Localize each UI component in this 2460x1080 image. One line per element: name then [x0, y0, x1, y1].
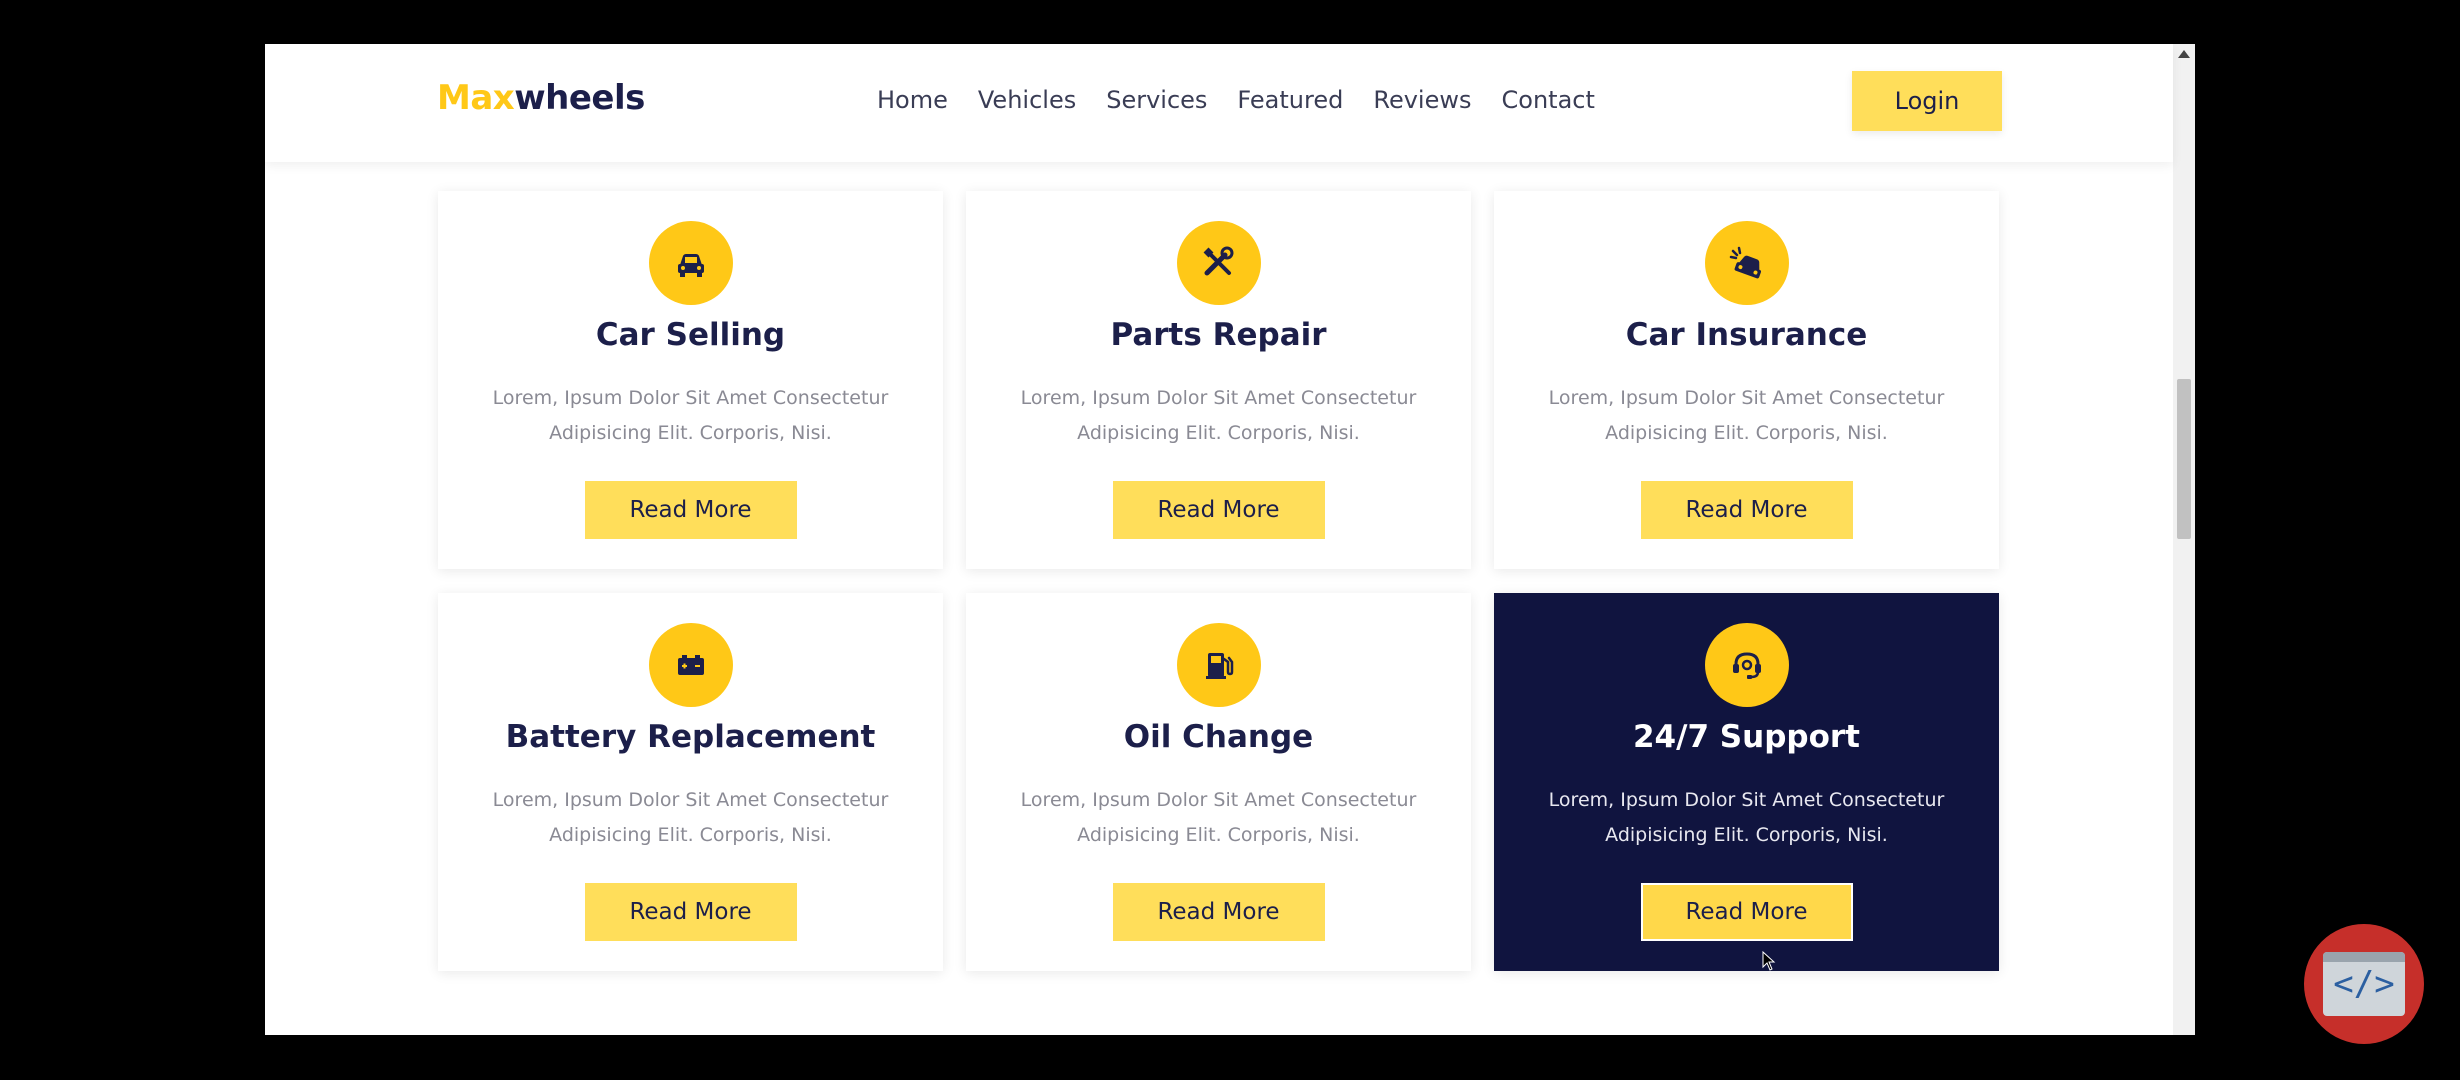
service-title: Car Insurance: [1625, 317, 1868, 353]
browser-viewport: Maxwheels Home Vehicles Services Feature…: [265, 44, 2195, 1035]
service-description: Lorem, Ipsum Dolor Sit Amet Consectetur …: [1020, 789, 1417, 846]
mouse-cursor-icon: [1762, 951, 1776, 971]
service-description: Lorem, Ipsum Dolor Sit Amet Consectetur …: [1020, 387, 1417, 444]
service-title: Car Selling: [595, 317, 786, 353]
nav-services[interactable]: Services: [1106, 86, 1207, 114]
service-description: Lorem, Ipsum Dolor Sit Amet Consectetur …: [1548, 789, 1945, 846]
read-more-button[interactable]: Read More: [584, 883, 797, 941]
read-more-button[interactable]: Read More: [584, 481, 797, 539]
scroll-thumb[interactable]: [2177, 379, 2191, 539]
nav-contact[interactable]: Contact: [1502, 86, 1595, 114]
read-more-button[interactable]: Read More: [1640, 481, 1853, 539]
nav-featured[interactable]: Featured: [1237, 86, 1343, 114]
nav-links: Home Vehicles Services Featured Reviews …: [877, 86, 1625, 114]
code-window-icon: </>: [2323, 952, 2405, 1016]
read-more-button[interactable]: Read More: [1112, 481, 1325, 539]
car-icon: [648, 221, 733, 305]
service-description: Lorem, Ipsum Dolor Sit Amet Consectetur …: [492, 789, 889, 846]
services-grid: Car Selling Lorem, Ipsum Dolor Sit Amet …: [438, 191, 2004, 971]
service-card-battery-replacement: Battery Replacement Lorem, Ipsum Dolor S…: [438, 593, 943, 971]
logo-accent: Max: [437, 78, 515, 118]
headset-icon: [1704, 623, 1789, 707]
navbar: Maxwheels Home Vehicles Services Feature…: [265, 44, 2173, 162]
car-crash-icon: [1704, 221, 1789, 305]
service-card-car-insurance: Car Insurance Lorem, Ipsum Dolor Sit Ame…: [1494, 191, 1999, 569]
nav-home[interactable]: Home: [877, 86, 948, 114]
service-title: Oil Change: [1123, 719, 1314, 755]
tools-icon: [1176, 221, 1261, 305]
login-button[interactable]: Login: [1852, 71, 2002, 131]
service-description: Lorem, Ipsum Dolor Sit Amet Consectetur …: [492, 387, 889, 444]
service-title: Parts Repair: [1110, 317, 1327, 353]
read-more-button[interactable]: Read More: [1640, 883, 1853, 941]
service-card-parts-repair: Parts Repair Lorem, Ipsum Dolor Sit Amet…: [966, 191, 1471, 569]
scroll-up-arrow-icon[interactable]: [2178, 50, 2190, 58]
logo[interactable]: Maxwheels: [437, 78, 645, 118]
nav-vehicles[interactable]: Vehicles: [978, 86, 1076, 114]
nav-reviews[interactable]: Reviews: [1373, 86, 1471, 114]
service-title: Battery Replacement: [505, 719, 876, 755]
service-title: 24/7 Support: [1632, 719, 1860, 755]
code-badge[interactable]: </>: [2304, 924, 2424, 1044]
vertical-scrollbar[interactable]: [2173, 44, 2195, 1035]
read-more-button[interactable]: Read More: [1112, 883, 1325, 941]
service-card-oil-change: Oil Change Lorem, Ipsum Dolor Sit Amet C…: [966, 593, 1471, 971]
logo-rest: wheels: [514, 78, 645, 118]
gas-pump-icon: [1176, 623, 1261, 707]
service-description: Lorem, Ipsum Dolor Sit Amet Consectetur …: [1548, 387, 1945, 444]
service-card-car-selling: Car Selling Lorem, Ipsum Dolor Sit Amet …: [438, 191, 943, 569]
service-card-support: 24/7 Support Lorem, Ipsum Dolor Sit Amet…: [1494, 593, 1999, 971]
car-battery-icon: [648, 623, 733, 707]
